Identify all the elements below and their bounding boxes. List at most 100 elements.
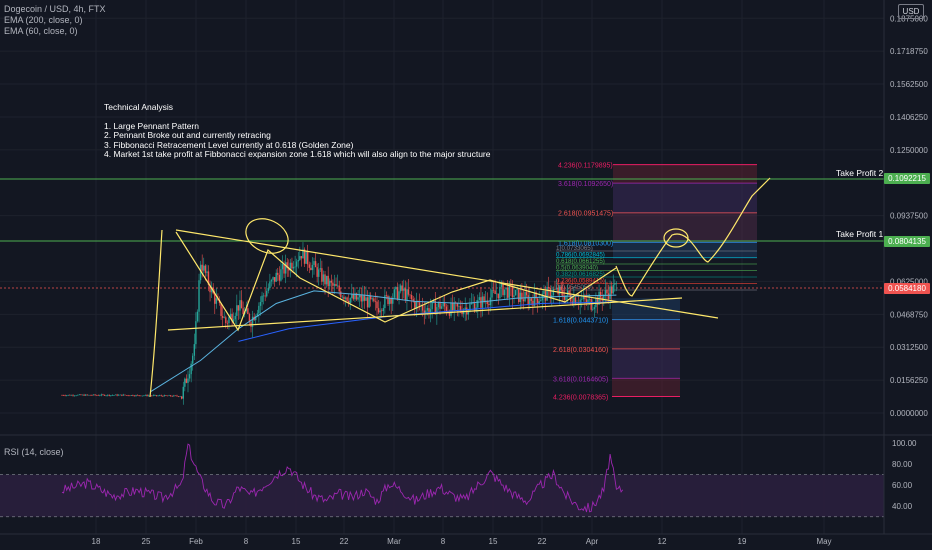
candle-body (259, 302, 262, 306)
candle-body (262, 295, 265, 297)
candle-body (127, 395, 129, 396)
candle-body (379, 310, 381, 313)
candle-body (376, 301, 378, 309)
candle-body (169, 395, 172, 397)
fib-label-down: 4.236(0.0078365) (553, 395, 608, 402)
take-profit-1-label: Take Profit 1 (836, 229, 884, 239)
candle-body (226, 323, 229, 324)
chart-canvas[interactable]: 1.618(0.0810300)2.618(0.0951475)3.618(0.… (0, 0, 932, 550)
candle-body (431, 301, 433, 310)
candle-body (147, 395, 150, 397)
candle-body (204, 265, 207, 273)
fib-label-down: 2.618(0.0304160) (553, 347, 608, 354)
tp1-price-tag: 0.0804135 (884, 236, 930, 247)
time-tick-label: 15 (292, 537, 301, 546)
candle-body (349, 298, 351, 304)
candle-body (343, 296, 345, 299)
candle-body (143, 395, 145, 397)
fib-zone-down (612, 319, 680, 349)
candle-body (593, 307, 596, 310)
candle-body (478, 297, 481, 301)
candle-body (606, 290, 608, 294)
candle-body (187, 378, 189, 383)
candle-body (472, 303, 474, 304)
candle-body (316, 267, 318, 277)
time-tick-label: Feb (189, 537, 203, 546)
legend-symbol: Dogecoin / USD, 4h, FTX (4, 4, 106, 14)
candle-body (324, 274, 326, 285)
candle-body (377, 308, 380, 313)
candle-body (513, 295, 515, 298)
time-tick-label: 18 (92, 537, 101, 546)
fib-label-down: 1.618(0.0443710) (553, 318, 608, 325)
candle-body (497, 293, 499, 299)
candle-body (75, 395, 77, 397)
candle-body (105, 395, 107, 397)
drawing-pole (149, 229, 163, 398)
candle-body (401, 285, 403, 291)
candle-body (171, 396, 173, 397)
candle-body (421, 305, 424, 311)
candle-body (444, 302, 446, 307)
fib-zone-up (613, 182, 757, 213)
candle-body (160, 395, 162, 397)
legend-ema60: EMA (60, close, 0) (4, 26, 78, 36)
chart-legend: Dogecoin / USD, 4h, FTX EMA (200, close,… (4, 4, 106, 37)
candle-body (516, 289, 518, 290)
candle-body (291, 262, 293, 269)
time-tick-label: 22 (340, 537, 349, 546)
candle-body (385, 295, 388, 296)
rsi-tick-label: 40.00 (892, 502, 913, 511)
take-profit-2-label: Take Profit 2 (836, 168, 884, 178)
candle-body (155, 395, 158, 396)
candle-body (299, 256, 301, 260)
candle-body (295, 261, 298, 267)
candle-body (283, 264, 285, 274)
candle-body (310, 267, 312, 271)
candle-body (560, 286, 562, 290)
notes-title: Technical Analysis (104, 102, 173, 112)
candle-body (527, 295, 529, 305)
candle-body (351, 294, 353, 299)
candle-body (99, 395, 101, 396)
candle-body (494, 290, 496, 294)
candle-body (157, 395, 159, 397)
candle-body (404, 288, 407, 300)
candle-body (72, 395, 74, 396)
candle-body (451, 302, 454, 311)
price-tick-label: 0.1250000 (890, 146, 928, 155)
candle-body (303, 249, 306, 264)
candle-body (332, 282, 334, 286)
candle-body (341, 296, 344, 298)
fib-zone-up (613, 212, 757, 243)
candle-body (410, 295, 413, 300)
candle-body (113, 395, 115, 396)
legend-ema200: EMA (200, close, 0) (4, 15, 83, 25)
candle-body (300, 256, 303, 259)
candle-body (132, 395, 134, 396)
candle-body (179, 396, 181, 398)
candle-body (314, 261, 317, 268)
candle-body (228, 317, 230, 324)
candle-body (182, 386, 184, 399)
currency-button[interactable]: USD (898, 4, 924, 19)
candle-body (196, 311, 199, 322)
candle-body (338, 285, 340, 292)
candle-body (236, 305, 238, 316)
candle-body (201, 264, 203, 271)
candle-body (154, 395, 156, 396)
time-tick-label: 19 (738, 537, 747, 546)
candle-body (439, 302, 441, 309)
candle-body (398, 291, 400, 300)
candle-body (529, 298, 531, 305)
candle-body (188, 374, 191, 379)
candle-body (477, 300, 479, 308)
candle-body (223, 317, 225, 318)
candle-body (278, 274, 281, 281)
candle-body (590, 299, 592, 310)
candle-body (151, 395, 153, 397)
candle-body (77, 394, 79, 396)
candle-body (414, 300, 416, 309)
candle-body (511, 286, 514, 298)
candle-body (502, 283, 504, 296)
